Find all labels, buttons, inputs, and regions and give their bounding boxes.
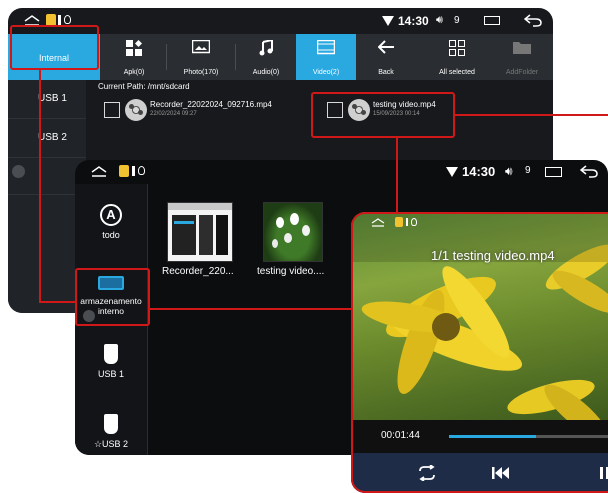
recents-icon[interactable] xyxy=(545,167,562,177)
shield-icon xyxy=(64,15,71,24)
recents-icon[interactable] xyxy=(484,16,500,25)
connector-line xyxy=(39,301,75,303)
connector-line xyxy=(150,308,351,310)
volume-icon[interactable]: 🔊︎ xyxy=(436,14,443,27)
highlight-video-player xyxy=(351,212,608,493)
folder-add-icon xyxy=(513,42,531,54)
usb-icon xyxy=(104,344,118,364)
shield-icon xyxy=(138,166,145,175)
tab-apk[interactable]: Apk(0) xyxy=(104,34,164,80)
sidebar-item-usb2[interactable]: USB 2 xyxy=(8,119,86,158)
volume-icon[interactable]: 🔊︎ xyxy=(505,164,513,179)
add-folder-button[interactable]: AddFolder xyxy=(492,34,552,80)
rail-item-usb1[interactable]: USB 1 xyxy=(75,344,147,379)
select-all-icon xyxy=(449,40,465,56)
usb-icon xyxy=(104,414,118,434)
usb-status-icon xyxy=(132,166,135,176)
back-nav-icon[interactable] xyxy=(524,14,542,27)
image-icon xyxy=(192,40,210,54)
connector-line xyxy=(39,70,41,303)
video-reel-icon xyxy=(125,99,147,121)
usb-status-icon xyxy=(58,15,61,25)
app-icon xyxy=(119,165,129,177)
arrow-left-icon xyxy=(378,40,394,54)
connector-line xyxy=(396,138,398,212)
apps-grid-icon xyxy=(126,40,142,56)
back-button[interactable]: Back xyxy=(356,34,416,80)
video-thumbnail[interactable] xyxy=(263,202,323,262)
video-thumbnail[interactable] xyxy=(167,202,233,262)
tab-photo[interactable]: Photo(170) xyxy=(168,34,234,80)
highlight-internal-storage xyxy=(75,268,150,326)
volume-level: 9 xyxy=(525,165,531,176)
letter-a-circle-icon: A xyxy=(100,204,122,226)
film-icon xyxy=(317,40,335,55)
status-bar: 14:30 🔊︎ 9 xyxy=(75,160,608,184)
thumbnail-caption: Recorder_220... xyxy=(162,266,234,277)
current-path: Current Path: /mnt/sdcard xyxy=(98,82,190,91)
music-note-icon xyxy=(259,40,273,56)
tab-video[interactable]: Video(2) xyxy=(296,34,356,80)
highlight-internal-tab xyxy=(10,25,99,70)
wifi-icon xyxy=(382,16,394,26)
highlight-testing-video xyxy=(311,92,455,138)
thumbnail-caption: testing video.... xyxy=(257,266,325,277)
volume-level: 9 xyxy=(454,15,460,26)
clock: 14:30 xyxy=(398,14,429,28)
floating-dot[interactable] xyxy=(12,165,25,178)
select-all-button[interactable]: All selected xyxy=(422,34,492,80)
rail-item-usb2[interactable]: ☆USB 2 xyxy=(75,414,147,450)
home-icon[interactable] xyxy=(91,166,107,177)
sidebar-item-usb1[interactable]: USB 1 xyxy=(8,80,86,119)
connector-line xyxy=(455,114,608,116)
checkbox[interactable] xyxy=(104,102,120,118)
file-item[interactable]: Recorder_22022024_092716.mp4 22/02/2024 … xyxy=(104,98,294,124)
back-nav-icon[interactable] xyxy=(580,165,598,178)
wifi-icon xyxy=(446,167,458,177)
rail-item-todo[interactable]: A todo xyxy=(75,204,147,240)
tab-audio[interactable]: Audio(0) xyxy=(236,34,296,80)
clock: 14:30 xyxy=(462,164,496,179)
